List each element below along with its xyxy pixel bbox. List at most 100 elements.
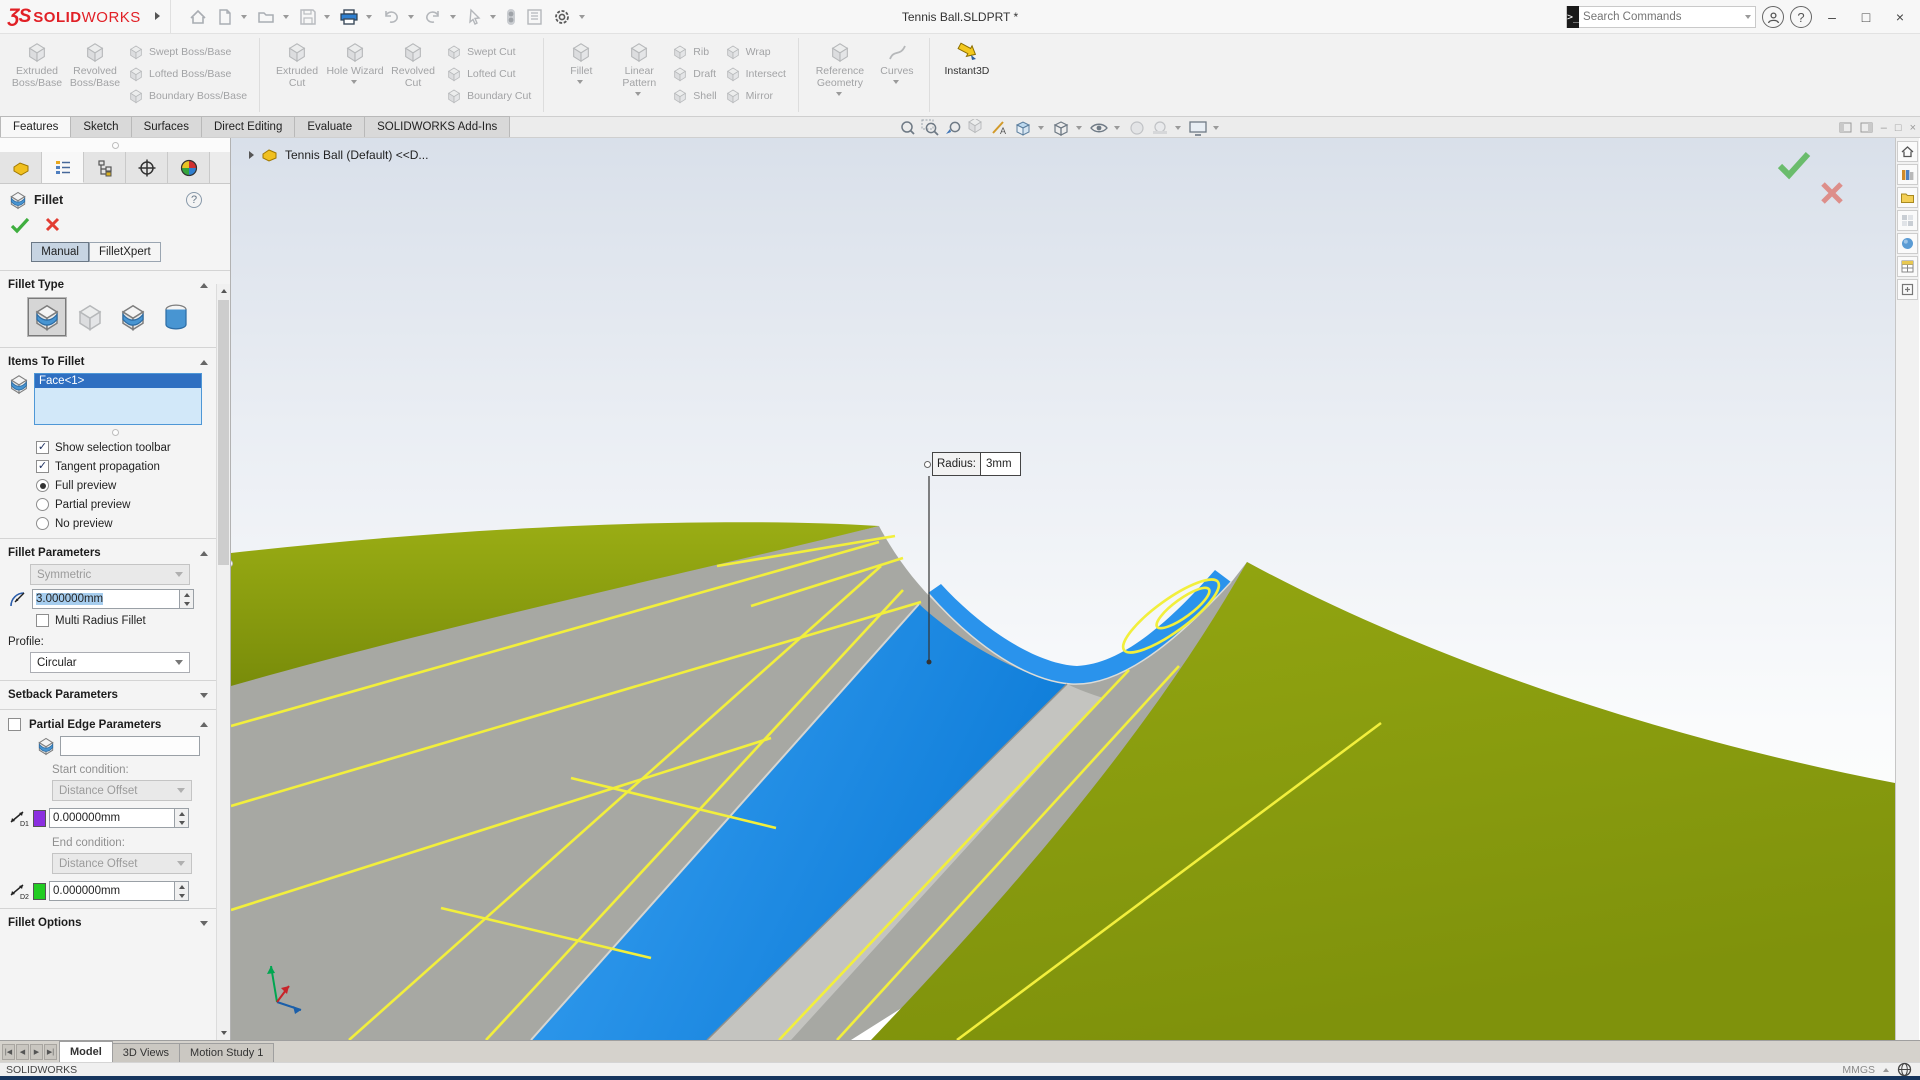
confirm-cancel-icon[interactable] (1819, 180, 1845, 206)
partial-edge-input[interactable] (60, 736, 200, 756)
tab-configuration-manager[interactable] (84, 152, 126, 183)
undo-icon[interactable] (378, 4, 404, 30)
linear-pattern-button[interactable]: Linear Pattern (610, 38, 668, 96)
boundary-boss-base-button[interactable]: Boundary Boss/Base (124, 86, 251, 106)
first-tab-button[interactable]: |◀ (2, 1044, 15, 1060)
edit-appearance-icon[interactable] (1127, 119, 1147, 137)
section-view-icon[interactable] (967, 119, 987, 137)
menu-expander-icon[interactable] (155, 11, 160, 23)
expand-chevron-icon[interactable] (200, 693, 208, 698)
multi-radius-fillet-row[interactable]: Multi Radius Fillet (0, 611, 230, 630)
curves-caret-icon[interactable] (893, 80, 899, 84)
face-fillet-button[interactable] (114, 298, 152, 336)
close-button[interactable]: × (1886, 9, 1914, 25)
partial-edge-parameters-checkbox[interactable] (8, 718, 21, 731)
tangent-propagation-checkbox[interactable]: ✓ (36, 460, 49, 473)
scrollbar-down-icon[interactable] (217, 1026, 230, 1040)
no-preview-radio[interactable] (36, 517, 49, 530)
select-cursor-icon[interactable] (462, 4, 486, 30)
lofted-cut-button[interactable]: Lofted Cut (442, 64, 535, 84)
settings-caret-icon[interactable] (579, 15, 585, 19)
variable-size-fillet-button[interactable] (71, 298, 109, 336)
options-list-icon[interactable] (522, 4, 547, 30)
tab-direct-editing[interactable]: Direct Editing (201, 116, 295, 137)
display-style-caret-icon[interactable] (1076, 126, 1082, 130)
tab-surfaces[interactable]: Surfaces (131, 116, 202, 137)
new-document-icon[interactable] (213, 4, 237, 30)
property-manager-scrollbar[interactable] (216, 284, 230, 1040)
rib-button[interactable]: Rib (668, 42, 720, 62)
open-caret-icon[interactable] (283, 15, 289, 19)
hide-show-items-icon[interactable] (1089, 119, 1109, 137)
no-preview-row[interactable]: No preview (0, 514, 230, 533)
help-icon[interactable]: ? (1790, 6, 1812, 28)
collapse-chevron-icon[interactable] (200, 283, 208, 288)
search-caret-icon[interactable] (1745, 15, 1751, 19)
apply-scene-icon[interactable] (1150, 119, 1170, 137)
tab-feature-manager-tree[interactable] (0, 152, 42, 183)
view-settings-icon[interactable] (1188, 119, 1208, 137)
symmetry-dropdown[interactable]: Symmetric (30, 564, 190, 585)
reference-geometry-caret-icon[interactable] (836, 92, 842, 96)
fillet-caret-icon[interactable] (577, 80, 583, 84)
view-orientation-caret-icon[interactable] (1038, 126, 1044, 130)
end-condition-dropdown[interactable]: Distance Offset (52, 853, 192, 874)
appearances-icon[interactable] (1897, 233, 1918, 254)
tangent-propagation-row[interactable]: ✓ Tangent propagation (0, 457, 230, 476)
user-account-icon[interactable] (1762, 6, 1784, 28)
reference-geometry-button[interactable]: Reference Geometry (807, 38, 873, 96)
undo-caret-icon[interactable] (408, 15, 414, 19)
display-style-icon[interactable] (1051, 119, 1071, 137)
tennis-ball-model[interactable] (231, 138, 1895, 1040)
collapse-chevron-icon[interactable] (200, 551, 208, 556)
doc-minimize-button[interactable]: – (1881, 122, 1887, 134)
scrollbar-thumb[interactable] (218, 300, 229, 565)
task-home-icon[interactable] (1897, 141, 1918, 162)
revolved-boss-base-button[interactable]: Revolved Boss/Base (66, 38, 124, 89)
file-explorer-icon[interactable] (1897, 187, 1918, 208)
end-offset-input[interactable]: 0.000000mm (49, 881, 175, 901)
property-manager-help-icon[interactable]: ? (186, 192, 202, 208)
custom-properties-icon[interactable] (1897, 256, 1918, 277)
apply-scene-caret-icon[interactable] (1175, 126, 1181, 130)
extruded-cut-button[interactable]: Extruded Cut (268, 38, 326, 89)
expand-chevron-icon[interactable] (200, 921, 208, 926)
full-round-fillet-button[interactable] (157, 298, 195, 336)
tab-property-manager[interactable] (42, 152, 84, 183)
design-library-icon[interactable] (1897, 164, 1918, 185)
instant3d-button[interactable]: Instant3D (938, 38, 996, 77)
tree-expander-icon[interactable] (249, 151, 254, 159)
filletxpert-mode-button[interactable]: FilletXpert (89, 242, 161, 262)
home-icon[interactable] (185, 4, 211, 30)
scrollbar-up-icon[interactable] (217, 284, 230, 298)
search-input[interactable] (1579, 11, 1741, 23)
search-type-icon[interactable]: >_ (1567, 6, 1579, 28)
lofted-boss-base-button[interactable]: Lofted Boss/Base (124, 64, 251, 84)
new-document-caret-icon[interactable] (241, 15, 247, 19)
next-tab-button[interactable]: ▶ (30, 1044, 43, 1060)
tab-3d-views[interactable]: 3D Views (112, 1043, 180, 1062)
tab-features[interactable]: Features (0, 116, 71, 137)
multi-radius-fillet-checkbox[interactable] (36, 614, 49, 627)
fillet-button[interactable]: Fillet (552, 38, 610, 84)
units-caret-icon[interactable] (1883, 1068, 1889, 1072)
collapse-pane-left-icon[interactable] (1839, 122, 1852, 133)
setback-parameters-section-header[interactable]: Setback Parameters (0, 686, 230, 704)
save-icon[interactable] (295, 4, 320, 30)
view-palette-icon[interactable] (1897, 210, 1918, 231)
tab-sketch[interactable]: Sketch (70, 116, 131, 137)
last-tab-button[interactable]: ▶| (44, 1044, 57, 1060)
cancel-x-icon[interactable] (44, 216, 61, 233)
wrap-button[interactable]: Wrap (721, 42, 790, 62)
show-selection-toolbar-checkbox[interactable]: ✓ (36, 441, 49, 454)
radius-callout[interactable]: Radius: 3mm (924, 452, 1021, 476)
tab-dimxpert-manager[interactable] (126, 152, 168, 183)
mirror-button[interactable]: Mirror (721, 86, 790, 106)
print-icon[interactable] (336, 4, 362, 30)
fillet-parameters-section-header[interactable]: Fillet Parameters (0, 544, 230, 562)
annotation-visibility-icon[interactable]: A (990, 119, 1010, 137)
previous-view-icon[interactable] (944, 119, 964, 137)
hole-wizard-caret-icon[interactable] (351, 80, 357, 84)
redo-icon[interactable] (420, 4, 446, 30)
profile-dropdown[interactable]: Circular (30, 652, 190, 673)
